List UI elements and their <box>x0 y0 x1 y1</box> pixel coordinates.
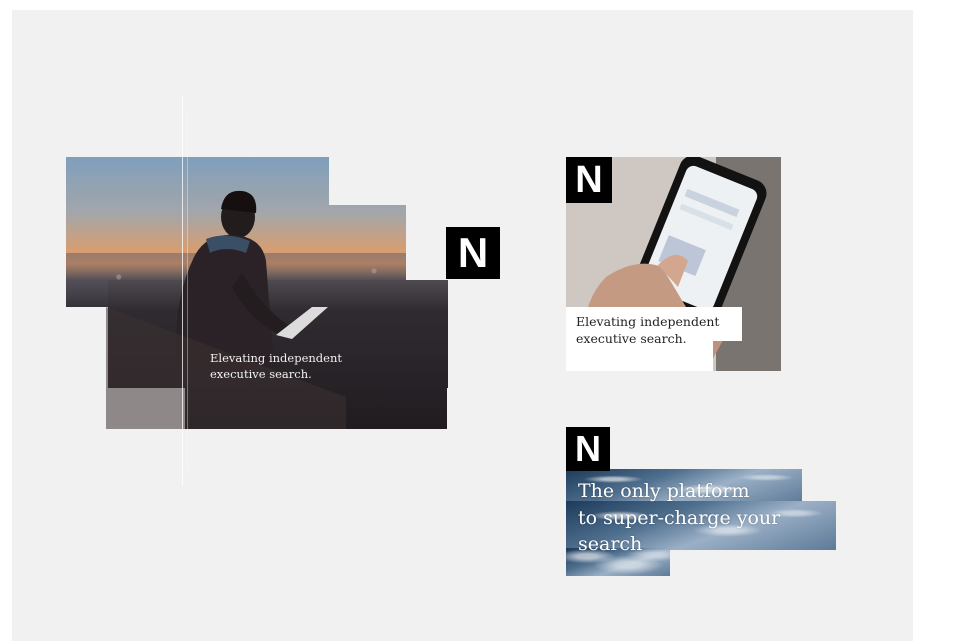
logo-mark-ocean-card: N <box>566 427 610 471</box>
logo-letter: N <box>575 159 603 201</box>
left-caption-line-1: Elevating independent <box>210 351 342 365</box>
brand-board: Elevating independent executive search. … <box>12 10 913 641</box>
logo-letter: N <box>457 229 489 276</box>
guide-line-left <box>182 96 183 486</box>
phone-photo-card: N Elevating independent executive search… <box>566 157 781 371</box>
ocean-headline: The only platform to super-charge your s… <box>578 478 780 558</box>
ocean-headline-line-3: search <box>578 533 643 556</box>
person-with-laptop-illustration <box>106 190 346 429</box>
left-caption-line-2: executive search. <box>210 366 312 381</box>
logo-letter: N <box>575 428 601 469</box>
logo-mark-left: N <box>446 227 500 279</box>
ocean-headline-line-2: to super-charge your <box>578 506 781 529</box>
phone-caption-line-2: executive search. <box>576 330 687 346</box>
logo-mark-phone-card: N <box>566 157 612 203</box>
ocean-headline-line-1: The only platform <box>578 480 750 502</box>
phone-caption: Elevating independent executive search. <box>576 314 719 348</box>
left-caption: Elevating independent executive search. <box>210 351 342 382</box>
guide-line-right <box>187 110 188 470</box>
phone-caption-line-1: Elevating independent <box>576 314 720 329</box>
